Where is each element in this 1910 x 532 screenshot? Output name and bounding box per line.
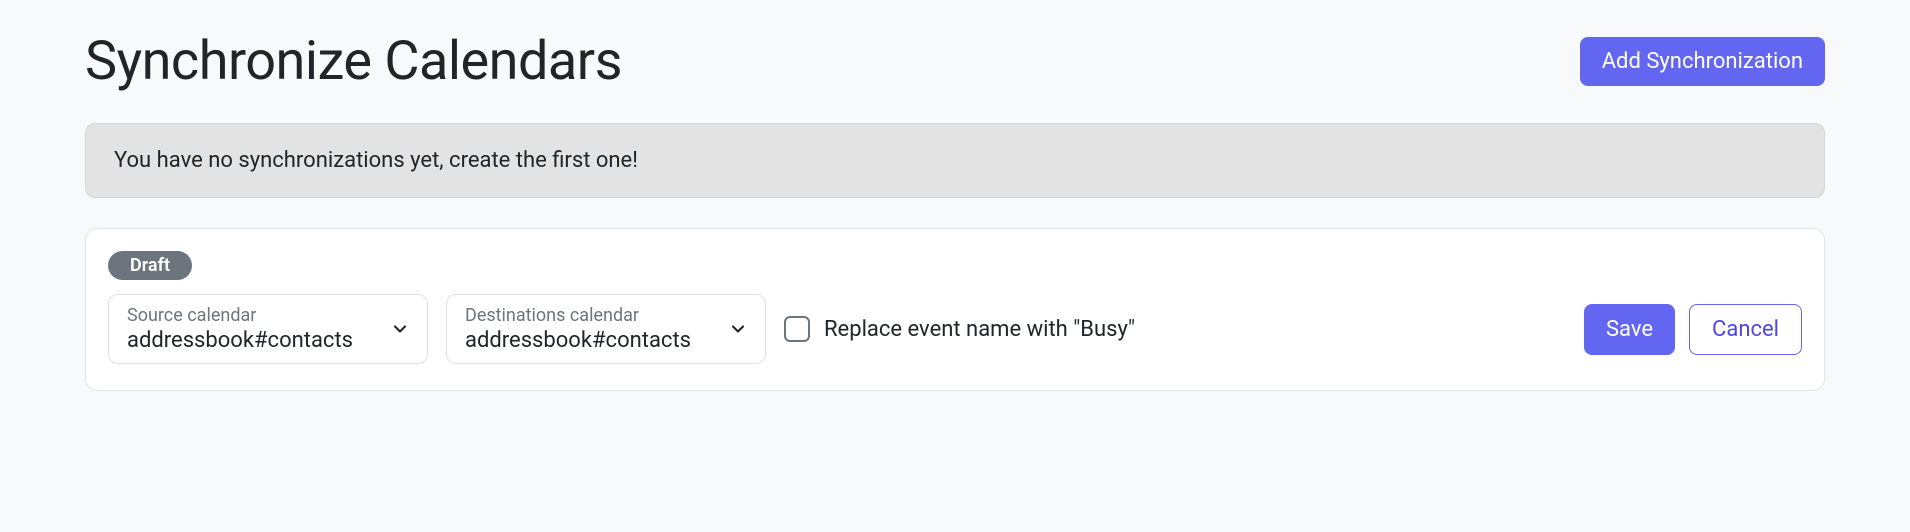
action-buttons: Save Cancel (1584, 304, 1802, 355)
replace-event-label: Replace event name with "Busy" (824, 317, 1135, 342)
replace-event-checkbox-group: Replace event name with "Busy" (784, 316, 1566, 342)
destination-calendar-select[interactable]: Destinations calendar addressbook#contac… (446, 294, 766, 364)
chevron-down-icon (727, 318, 749, 340)
source-calendar-select[interactable]: Source calendar addressbook#contacts (108, 294, 428, 364)
status-badge: Draft (108, 251, 192, 280)
destination-calendar-label: Destinations calendar (465, 305, 715, 326)
chevron-down-icon (389, 318, 411, 340)
source-calendar-value: addressbook#contacts (127, 328, 377, 353)
add-synchronization-button[interactable]: Add Synchronization (1580, 37, 1825, 86)
empty-state-alert: You have no synchronizations yet, create… (85, 123, 1825, 198)
alert-message: You have no synchronizations yet, create… (114, 148, 638, 173)
replace-event-checkbox[interactable] (784, 316, 810, 342)
destination-calendar-value: addressbook#contacts (465, 328, 715, 353)
form-row: Source calendar addressbook#contacts Des… (108, 294, 1802, 364)
header-row: Synchronize Calendars Add Synchronizatio… (85, 30, 1825, 93)
save-button[interactable]: Save (1584, 304, 1675, 355)
source-calendar-label: Source calendar (127, 305, 377, 326)
page-title: Synchronize Calendars (85, 30, 622, 93)
draft-sync-card: Draft Source calendar addressbook#contac… (85, 228, 1825, 391)
cancel-button[interactable]: Cancel (1689, 304, 1802, 355)
